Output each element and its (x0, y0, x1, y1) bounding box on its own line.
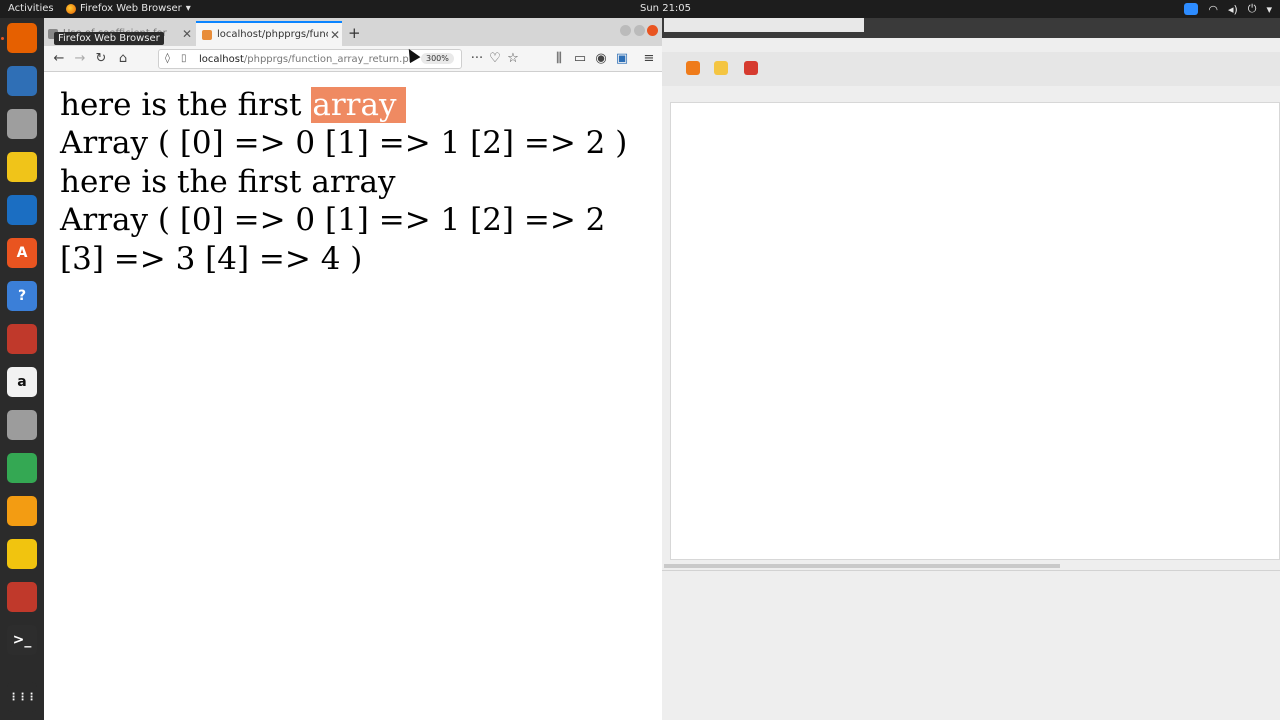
peek-icon[interactable] (7, 324, 37, 354)
background-window-lower-pane (660, 570, 1280, 720)
terminal-icon[interactable]: >_ (7, 625, 37, 655)
tab-label: localhost/phpprgs/functi (217, 29, 328, 40)
close-icon[interactable]: ✕ (328, 28, 342, 42)
background-window-field[interactable] (664, 18, 864, 32)
undo-icon[interactable] (686, 61, 700, 75)
sidebar-icon[interactable]: ▭ (571, 50, 589, 68)
running-indicator (1, 37, 4, 40)
back-button[interactable]: ← (50, 50, 68, 68)
horizontal-scrollbar[interactable] (664, 564, 1060, 568)
pocket-icon[interactable]: ♡ (486, 50, 504, 68)
pdf-icon[interactable] (7, 496, 37, 526)
home-button[interactable]: ⌂ (114, 50, 132, 68)
url-host: localhost (199, 54, 244, 65)
background-window[interactable] (660, 18, 1280, 720)
close-icon[interactable]: ✕ (180, 27, 194, 41)
bookmark-star-icon[interactable]: ☆ (504, 50, 522, 68)
page-info-icon[interactable]: ▯ (181, 53, 187, 64)
firefox-icon[interactable] (7, 23, 37, 53)
library-icon[interactable]: ⫼ (550, 50, 568, 68)
clock[interactable]: Sun 21:05 (640, 3, 691, 14)
files-icon[interactable] (7, 109, 37, 139)
output-text: here is the first (60, 87, 312, 123)
system-top-bar: Activities Firefox Web Browser ▾ Sun 21:… (0, 0, 1280, 18)
thunderbird-icon[interactable] (7, 66, 37, 96)
wifi-icon: ◠ (1208, 2, 1218, 16)
firefox-window: Use of coefficient for ✕ localhost/phppr… (44, 18, 662, 720)
software-icon[interactable]: A (7, 238, 37, 268)
reload-button[interactable]: ↻ (92, 50, 110, 68)
rhythmbox-icon[interactable] (7, 152, 37, 182)
tooltip: Firefox Web Browser (54, 32, 164, 45)
power-icon[interactable] (744, 61, 758, 75)
xampp-icon (202, 29, 212, 40)
extension-icon[interactable]: ▣ (613, 50, 631, 68)
navigation-toolbar: ← → ↻ ⌂ ◊ ▯ localhost/phpprgs/function_a… (44, 46, 662, 72)
dock: A? a >_ ⋮⋮⋮ (0, 18, 44, 720)
volume-icon: ◂) (1227, 2, 1238, 16)
output-line: Array ( [0] => 0 [1] => 1 [2] => 2 ) (60, 125, 628, 161)
app-grid-icon[interactable]: ⋮⋮⋮ (7, 682, 37, 712)
output-line: here is the first array (60, 164, 396, 200)
zoom-level[interactable]: 300% (421, 53, 454, 64)
close-button[interactable] (647, 25, 658, 36)
menu-icon[interactable]: ≡ (640, 50, 658, 68)
chevron-down-icon: ▾ (1266, 2, 1272, 16)
background-window-content (670, 102, 1280, 560)
minimize-button[interactable] (620, 25, 631, 36)
output-line: here is the first array (60, 87, 407, 123)
shield-icon[interactable]: ◊ (165, 53, 170, 64)
chevron-down-icon: ▾ (185, 3, 191, 14)
zoom-app-icon[interactable] (1184, 3, 1199, 15)
maximize-button[interactable] (634, 25, 645, 36)
new-tab-button[interactable]: + (348, 24, 361, 42)
help-icon[interactable]: ? (7, 281, 37, 311)
background-window-toolbar (660, 52, 1280, 86)
page-content: here is the first array Array ( [0] => 0… (44, 73, 662, 720)
selected-text: array (311, 87, 407, 123)
system-tray[interactable]: ◠ ◂) ⏻ ▾ (1184, 2, 1272, 16)
tab-active[interactable]: localhost/phpprgs/functi ✕ (196, 21, 342, 46)
text-editor-icon[interactable] (7, 582, 37, 612)
account-icon[interactable]: ◉ (592, 50, 610, 68)
chrome-icon[interactable] (7, 453, 37, 483)
more-actions-icon[interactable]: ··· (468, 50, 486, 68)
app-menu[interactable]: Firefox Web Browser ▾ (66, 3, 191, 14)
activities-button[interactable]: Activities (8, 3, 54, 14)
document-icon[interactable] (714, 61, 728, 75)
app-menu-label: Firefox Web Browser (80, 3, 182, 14)
power-icon: ⏻ (1247, 2, 1257, 15)
forward-button[interactable]: → (71, 50, 89, 68)
output-line: Array ( [0] => 0 [1] => 1 [2] => 2 (60, 202, 606, 238)
writer-icon[interactable] (7, 195, 37, 225)
url-text[interactable]: localhost/phpprgs/function_array_return.… (199, 54, 413, 65)
teapot-icon[interactable] (7, 539, 37, 569)
output-line: [3] => 3 [4] => 4 ) (60, 241, 363, 277)
amazon-icon[interactable]: a (7, 367, 37, 397)
url-path: /phpprgs/function_array_return.php (243, 54, 413, 65)
firefox-icon (66, 3, 76, 14)
camera-icon[interactable] (7, 410, 37, 440)
background-window-titlebar[interactable] (660, 18, 1280, 38)
